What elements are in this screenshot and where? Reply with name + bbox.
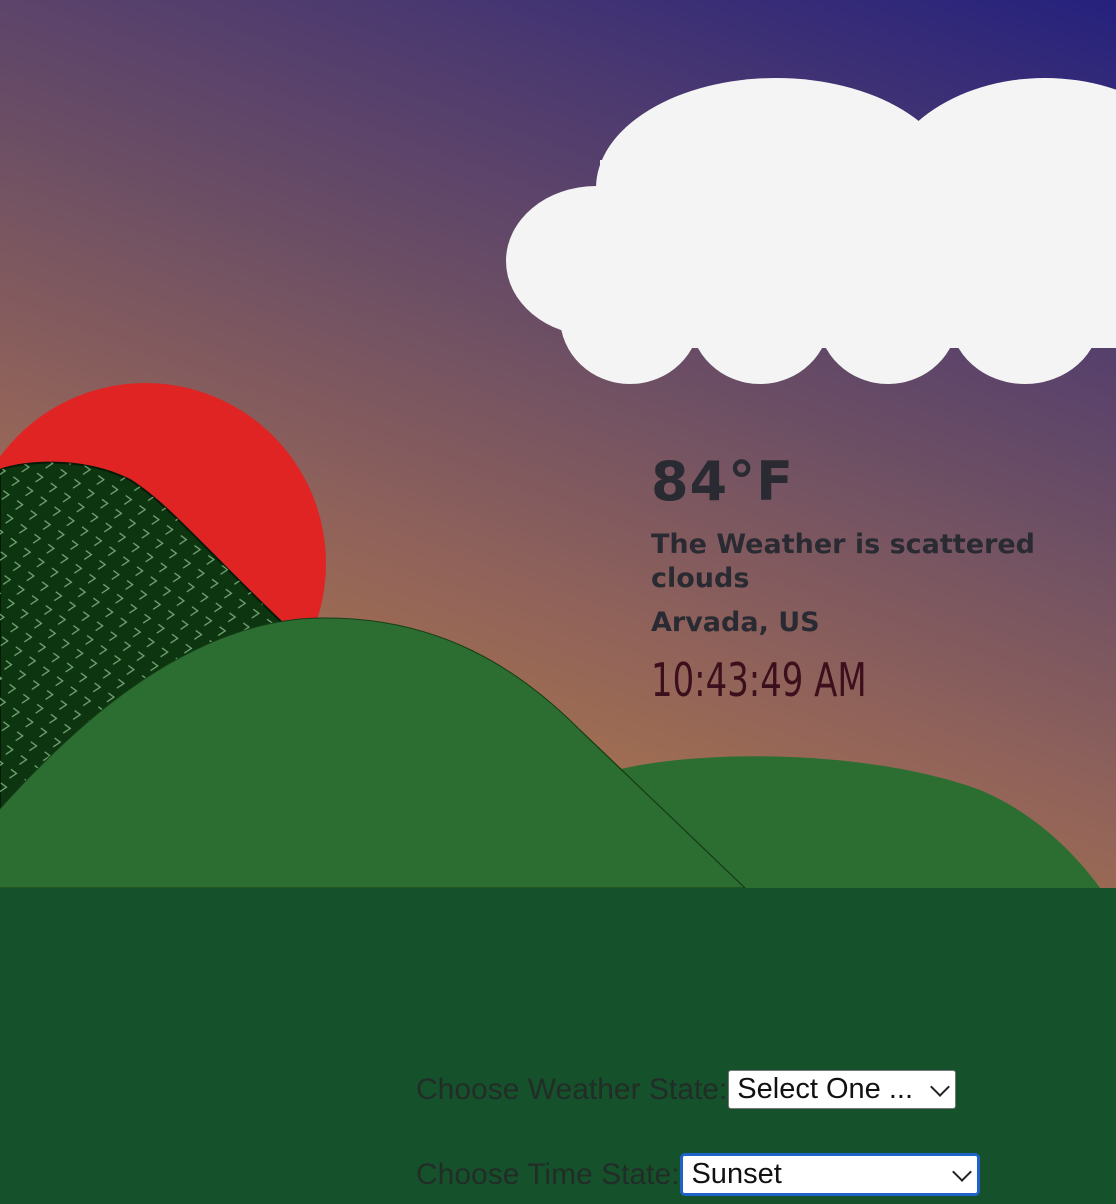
- location: Arvada, US: [651, 607, 820, 638]
- chevron-down-icon: [952, 1161, 973, 1182]
- temperature: 84°F: [651, 450, 795, 513]
- time-state-value: Sunset: [691, 1158, 782, 1190]
- weather-info: 84°F The Weather is scattered clouds Arv…: [651, 450, 1116, 708]
- weather-state-value: Select One ...: [737, 1073, 913, 1105]
- time-state-control: Choose Time State: Sunset: [416, 1153, 981, 1196]
- sky-scene: 84°F The Weather is scattered clouds Arv…: [0, 0, 1116, 888]
- weather-state-select[interactable]: Select One ...: [728, 1070, 957, 1109]
- weather-state-control: Choose Weather State: Select One ...: [416, 1070, 957, 1109]
- weather-description: The Weather is scattered clouds: [651, 529, 1035, 594]
- time-state-select[interactable]: Sunset: [680, 1153, 981, 1196]
- time-state-label: Choose Time State:: [416, 1157, 680, 1191]
- weather-state-label: Choose Weather State:: [416, 1072, 728, 1106]
- chevron-down-icon: [930, 1076, 951, 1097]
- clock: 10:43:49 AM: [651, 653, 867, 707]
